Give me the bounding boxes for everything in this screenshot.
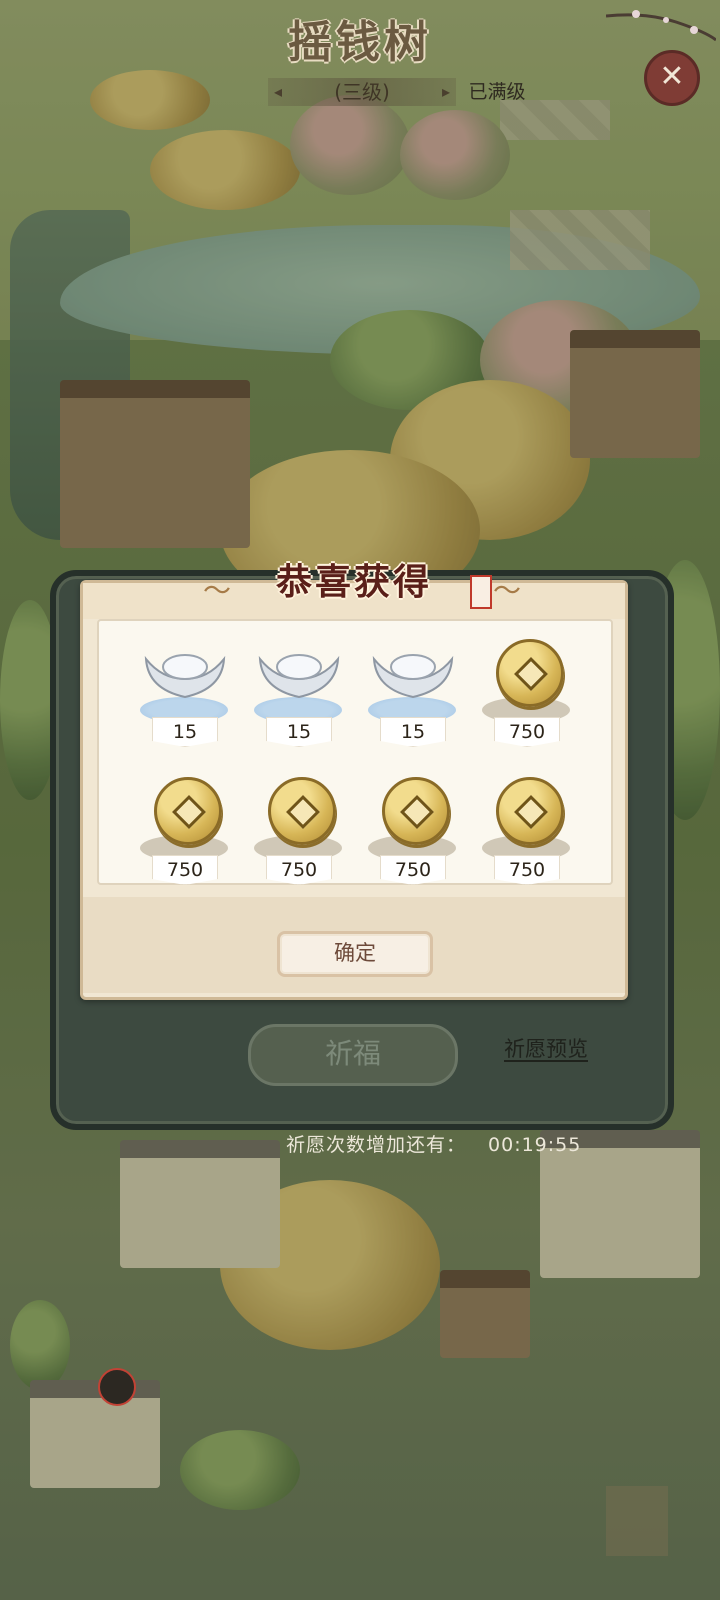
reward-item: 750 <box>476 773 576 889</box>
background-gate <box>440 1270 530 1358</box>
background-building <box>120 1140 280 1268</box>
reward-item: 15 <box>362 635 462 751</box>
background-tree <box>180 1430 300 1510</box>
right-arrow-icon: ▸ <box>441 82 450 101</box>
silver-ingot-icon <box>258 654 340 699</box>
red-seal-icon <box>470 575 492 609</box>
copper-coin-icon <box>154 777 222 845</box>
close-icon: ✕ <box>659 59 685 94</box>
copper-coin-icon <box>268 777 336 845</box>
copper-coin-icon <box>382 777 450 845</box>
background-building <box>30 1380 160 1488</box>
copper-coin-icon <box>496 639 564 707</box>
item-count: 15 <box>380 717 446 747</box>
background-tree <box>400 110 510 200</box>
reward-item: 750 <box>248 773 348 889</box>
reward-grid: 15 15 15 750 750 750 750 750 <box>97 619 613 885</box>
background-tree <box>290 95 410 195</box>
item-count: 15 <box>152 717 218 747</box>
corner-badge-icon[interactable] <box>606 1486 668 1556</box>
reward-item: 15 <box>248 635 348 751</box>
background-building <box>570 330 700 458</box>
confirm-button[interactable]: 确定 <box>277 931 433 977</box>
silver-ingot-icon <box>144 654 226 699</box>
wish-preview-link[interactable]: 祈愿预览 <box>504 1033 588 1063</box>
item-count: 15 <box>266 717 332 747</box>
reward-item: 15 <box>134 635 234 751</box>
item-count: 750 <box>266 855 332 885</box>
background-pavilion <box>60 380 250 548</box>
item-count: 750 <box>494 855 560 885</box>
dialog-title: 恭喜获得 <box>275 562 432 603</box>
background-tree <box>90 70 210 130</box>
copper-coin-icon <box>496 777 564 845</box>
wish-timer: 祈愿次数增加还有： 00:19:55 <box>286 1130 581 1157</box>
reward-dialog: 〜 恭喜获得 〜 15 15 15 750 750 750 750 750 确定 <box>80 562 628 1000</box>
level-indicator: ◂ (三级) ▸ <box>268 78 456 106</box>
item-count: 750 <box>152 855 218 885</box>
level-label: (三级) <box>334 80 390 104</box>
timer-label: 祈愿次数增加还有： <box>286 1134 467 1156</box>
close-button[interactable]: ✕ <box>644 50 700 106</box>
cloud-ornament-icon: 〜 <box>493 574 522 607</box>
plum-branch-icon <box>606 10 716 42</box>
background-tree <box>150 130 300 210</box>
pray-button[interactable]: 祈福 <box>248 1024 458 1086</box>
background-path <box>510 210 650 270</box>
reward-item: 750 <box>476 635 576 751</box>
max-level-badge: 已满级 <box>466 72 528 112</box>
item-count: 750 <box>494 717 560 747</box>
item-count: 750 <box>380 855 446 885</box>
npc-portrait-icon[interactable] <box>98 1368 136 1406</box>
timer-value: 00:19:55 <box>488 1134 582 1156</box>
reward-item: 750 <box>362 773 462 889</box>
background-tree <box>10 1300 70 1390</box>
silver-ingot-icon <box>372 654 454 699</box>
reward-item: 750 <box>134 773 234 889</box>
left-arrow-icon: ◂ <box>274 82 283 101</box>
